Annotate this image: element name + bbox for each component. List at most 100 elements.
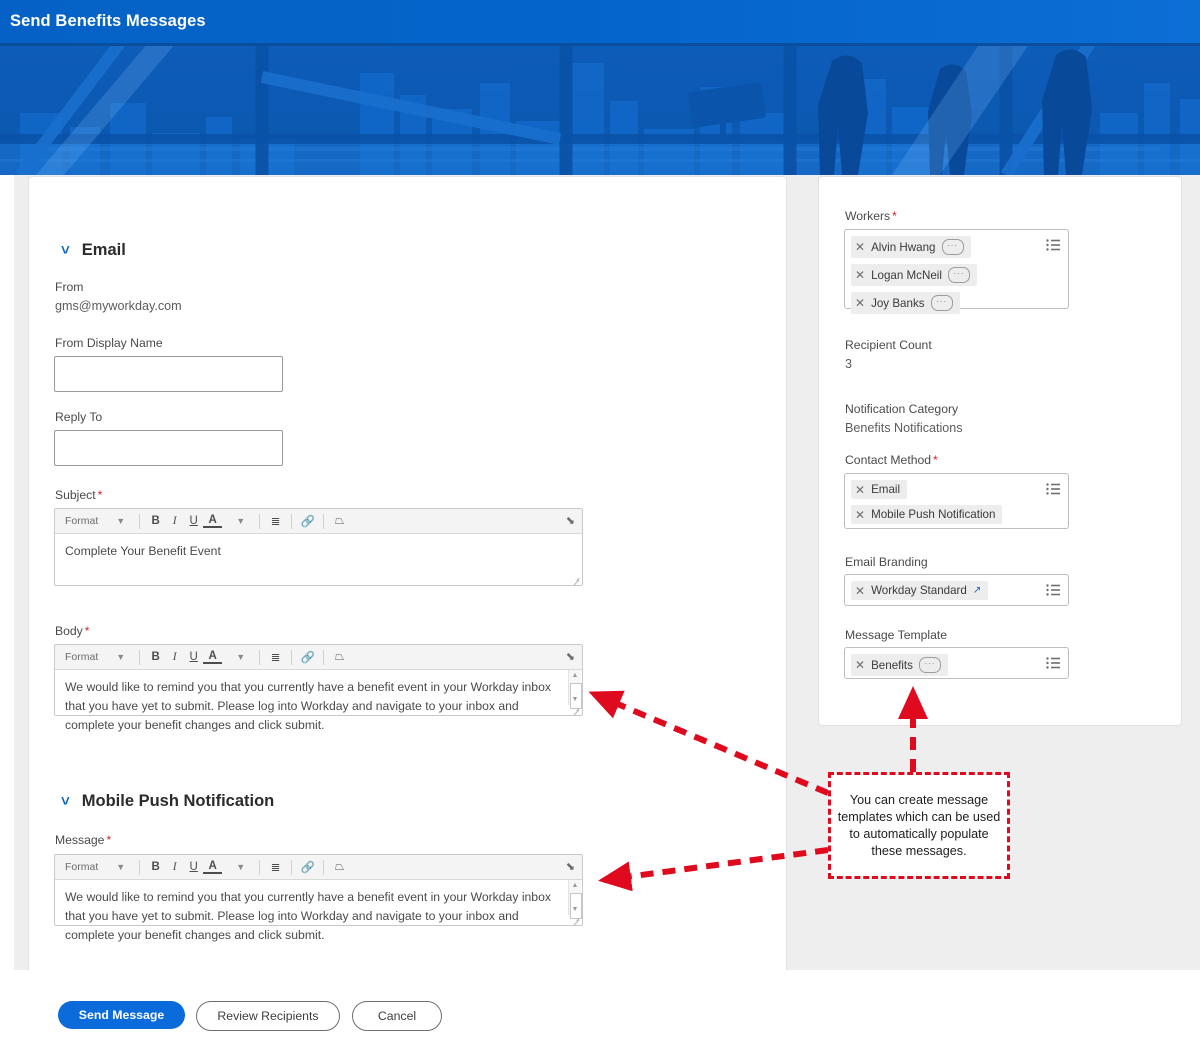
send-message-button[interactable]: Send Message — [58, 1001, 185, 1029]
list-prompt-icon[interactable] — [1046, 656, 1060, 674]
toolbar-divider — [323, 513, 325, 529]
body-text[interactable]: We would like to remind you that you cur… — [55, 670, 569, 743]
subject-text[interactable]: Complete Your Benefit Event — [55, 534, 582, 569]
close-icon[interactable]: ✕ — [855, 484, 865, 496]
required-asterisk: * — [84, 624, 90, 638]
underline-button[interactable]: U — [184, 515, 203, 527]
resize-handle[interactable] — [572, 915, 581, 924]
subject-toolbar[interactable]: Format ▼ B I U A ▼ ≣ 🔗 ⏢ ⬊ — [55, 509, 582, 534]
body-toolbar[interactable]: Format ▼ B I U A ▼ ≣ 🔗 ⏢ ⬊ — [55, 645, 582, 670]
chevron-down-icon[interactable]: ▼ — [222, 652, 253, 662]
toolbar-divider — [323, 649, 325, 665]
email-section-header[interactable]: ˅ Email — [61, 241, 126, 260]
bulleted-list-icon[interactable]: ≣ — [266, 650, 285, 664]
list-prompt-icon[interactable] — [1046, 583, 1060, 601]
bulleted-list-icon[interactable]: ≣ — [266, 514, 285, 528]
chevron-down-icon[interactable]: ▼ — [222, 516, 253, 526]
recipients-settings-card: Workers * ✕ Alvin Hwang ··· ✕ Logan McNei… — [818, 176, 1182, 726]
format-dropdown-label[interactable]: Format — [61, 515, 102, 527]
scroll-down-arrow-icon[interactable]: ▼ — [569, 694, 581, 705]
font-color-button[interactable]: A — [203, 650, 223, 664]
chevron-down-icon[interactable]: ▼ — [102, 652, 133, 662]
related-actions-icon[interactable]: ··· — [947, 267, 970, 283]
insert-field-icon[interactable]: ⏢ — [330, 515, 349, 528]
insert-field-icon[interactable]: ⏢ — [330, 861, 349, 874]
review-recipients-button[interactable]: Review Recipients — [196, 1001, 340, 1031]
chip-worker[interactable]: ✕ Alvin Hwang ··· — [851, 236, 971, 258]
link-icon[interactable]: 🔗 — [298, 514, 317, 528]
expand-icon[interactable]: ⬊ — [566, 650, 575, 663]
chevron-down-icon[interactable]: ˅ — [61, 243, 70, 258]
format-dropdown-label[interactable]: Format — [61, 861, 102, 873]
close-icon[interactable]: ✕ — [855, 241, 865, 253]
expand-icon[interactable]: ⬊ — [566, 514, 575, 527]
mobile-message-text[interactable]: We would like to remind you that you cur… — [55, 880, 569, 953]
list-prompt-icon[interactable] — [1046, 482, 1060, 500]
body-scrollbar[interactable]: ▲ ▼ — [568, 670, 582, 709]
chevron-down-icon[interactable]: ▼ — [102, 516, 133, 526]
bold-button[interactable]: B — [146, 651, 165, 663]
related-actions-icon[interactable]: ··· — [918, 657, 941, 673]
mobile-message-scrollbar[interactable]: ▲ ▼ — [568, 880, 582, 919]
chip-worker[interactable]: ✕ Logan McNeil ··· — [851, 264, 977, 286]
chevron-down-icon[interactable]: ˅ — [61, 794, 70, 809]
close-icon[interactable]: ✕ — [855, 585, 865, 597]
close-icon[interactable]: ✕ — [855, 509, 865, 521]
reply-to-input[interactable] — [54, 430, 283, 466]
required-asterisk: * — [106, 833, 112, 847]
mobile-message-toolbar[interactable]: Format ▼ B I U A ▼ ≣ 🔗 ⏢ ⬊ — [55, 855, 582, 880]
underline-button[interactable]: U — [184, 861, 203, 873]
italic-button[interactable]: I — [165, 651, 184, 663]
required-asterisk: * — [892, 209, 897, 223]
external-link-icon[interactable]: ↗ — [973, 585, 981, 596]
related-actions-icon[interactable]: ··· — [930, 295, 953, 311]
chevron-down-icon[interactable]: ▼ — [102, 862, 133, 872]
cancel-button[interactable]: Cancel — [352, 1001, 442, 1031]
scroll-up-arrow-icon[interactable]: ▲ — [569, 670, 581, 681]
from-display-name-input[interactable] — [54, 356, 283, 392]
annotation-callout: You can create message templates which c… — [828, 772, 1010, 879]
chip-contact-method[interactable]: ✕ Email — [851, 480, 908, 499]
underline-button[interactable]: U — [184, 651, 203, 663]
chevron-down-icon[interactable]: ▼ — [222, 862, 253, 872]
close-icon[interactable]: ✕ — [855, 297, 865, 309]
bulleted-list-icon[interactable]: ≣ — [266, 860, 285, 874]
italic-button[interactable]: I — [165, 515, 184, 527]
font-color-button[interactable]: A — [203, 860, 223, 874]
chip-contact-method[interactable]: ✕ Mobile Push Notification — [851, 505, 1003, 524]
font-color-button[interactable]: A — [203, 514, 223, 528]
italic-button[interactable]: I — [165, 861, 184, 873]
mobile-message-rich-text-editor[interactable]: Format ▼ B I U A ▼ ≣ 🔗 ⏢ ⬊ We would like… — [54, 854, 583, 942]
chip-message-template[interactable]: ✕ Benefits ··· — [851, 654, 948, 676]
chip-worker[interactable]: ✕ Joy Banks ··· — [851, 292, 960, 314]
expand-icon[interactable]: ⬊ — [566, 860, 575, 873]
chip-email-branding[interactable]: ✕ Workday Standard ↗ — [851, 581, 989, 600]
scroll-down-arrow-icon[interactable]: ▼ — [569, 904, 581, 915]
chip-label: Benefits — [871, 658, 913, 672]
toolbar-divider — [291, 513, 293, 529]
close-icon[interactable]: ✕ — [855, 269, 865, 281]
format-dropdown-label[interactable]: Format — [61, 651, 102, 663]
banner-image — [0, 43, 1200, 175]
list-prompt-icon[interactable] — [1046, 238, 1060, 256]
subject-rich-text-editor[interactable]: Format ▼ B I U A ▼ ≣ 🔗 ⏢ ⬊ Complete Your… — [54, 508, 583, 586]
bold-button[interactable]: B — [146, 861, 165, 873]
insert-field-icon[interactable]: ⏢ — [330, 651, 349, 664]
scroll-up-arrow-icon[interactable]: ▲ — [569, 880, 581, 891]
email-section-title: Email — [81, 241, 126, 259]
related-actions-icon[interactable]: ··· — [941, 239, 964, 255]
link-icon[interactable]: 🔗 — [298, 650, 317, 664]
resize-handle[interactable] — [572, 575, 581, 584]
mobile-push-section-header[interactable]: ˅ Mobile Push Notification — [61, 792, 274, 811]
resize-handle[interactable] — [572, 705, 581, 714]
contact-method-multiselect[interactable]: ✕ Email ✕ Mobile Push Notification — [844, 473, 1069, 529]
email-branding-select[interactable]: ✕ Workday Standard ↗ — [844, 574, 1069, 606]
banner-cityscape-graphic — [0, 43, 1200, 175]
body-rich-text-editor[interactable]: Format ▼ B I U A ▼ ≣ 🔗 ⏢ ⬊ We would like… — [54, 644, 583, 732]
message-template-select[interactable]: ✕ Benefits ··· — [844, 647, 1069, 679]
close-icon[interactable]: ✕ — [855, 659, 865, 671]
workers-multiselect[interactable]: ✕ Alvin Hwang ··· ✕ Logan McNeil ··· ✕ J… — [844, 229, 1069, 314]
toolbar-divider — [323, 859, 325, 875]
link-icon[interactable]: 🔗 — [298, 860, 317, 874]
bold-button[interactable]: B — [146, 515, 165, 527]
